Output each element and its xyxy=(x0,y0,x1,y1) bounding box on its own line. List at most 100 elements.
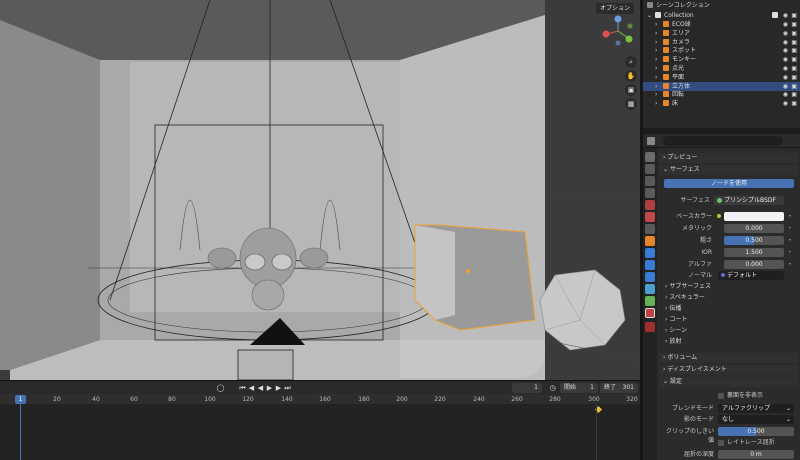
texture-tab-icon[interactable] xyxy=(645,322,655,332)
editor-type-icon[interactable] xyxy=(647,137,655,145)
normal-field[interactable]: デフォルト xyxy=(718,271,784,280)
exclude-checkbox[interactable] xyxy=(772,12,778,18)
visibility-eye-icon[interactable]: ◉ xyxy=(783,90,788,99)
sheen-panel[interactable]: › シーン xyxy=(659,326,798,336)
expand-arrow-icon[interactable]: › xyxy=(655,90,657,99)
animate-dot-icon[interactable]: • xyxy=(788,225,792,232)
outliner-item[interactable]: › ECO球 ◉ ▣ xyxy=(643,20,800,29)
outliner-item[interactable]: › 点光 ◉ ▣ xyxy=(643,64,800,73)
backface-checkbox[interactable] xyxy=(718,393,724,399)
outliner-item[interactable]: › 平面 ◉ ▣ xyxy=(643,73,800,82)
visibility-eye-icon[interactable]: ◉ xyxy=(783,73,788,82)
blend-mode-select[interactable]: アルファクリップ ⌄ xyxy=(718,404,794,413)
coat-panel[interactable]: › コート xyxy=(659,315,798,325)
expand-arrow-icon[interactable]: › xyxy=(655,99,657,108)
material-tab-icon[interactable] xyxy=(645,308,655,318)
outliner[interactable]: シーンコレクション ⌄ Collection ◉ ▣ › ECO球 ◉ ▣ › エリア ◉ ▣… xyxy=(643,0,800,128)
expand-arrow-icon[interactable]: › xyxy=(655,46,657,55)
refraction-depth-field[interactable]: 0 m xyxy=(718,450,794,459)
jump-end-icon[interactable]: ⏭ xyxy=(283,383,292,393)
start-frame-field[interactable]: 開始 1 xyxy=(560,383,598,393)
output-tab-icon[interactable] xyxy=(645,176,655,186)
roughness-field[interactable]: 0.500 xyxy=(724,236,784,245)
animate-dot-icon[interactable]: • xyxy=(788,213,792,220)
visibility-eye-icon[interactable]: ◉ xyxy=(783,46,788,55)
render-camera-icon[interactable]: ▣ xyxy=(791,29,797,38)
navigation-gizmo[interactable] xyxy=(600,14,636,48)
frame-ruler[interactable]: 20 40 60 80 100 120 140 160 180 200 220 240 260 280 30… xyxy=(0,394,640,404)
shadow-mode-select[interactable]: なし ⌄ xyxy=(718,415,794,424)
visibility-eye-icon[interactable]: ◉ xyxy=(783,55,788,64)
alpha-field[interactable]: 0.000 xyxy=(724,260,784,269)
render-camera-icon[interactable]: ▣ xyxy=(791,99,797,108)
expand-arrow-icon[interactable]: › xyxy=(655,82,657,91)
outliner-item[interactable]: › 床 ◉ ▣ xyxy=(643,99,800,108)
playhead-frame[interactable]: 1 xyxy=(15,395,26,404)
ior-field[interactable]: 1.500 xyxy=(724,248,784,257)
collection-tab-icon[interactable] xyxy=(645,224,655,234)
end-frame-field[interactable]: 終了 301 xyxy=(600,383,638,393)
zoom-icon[interactable]: ⌕ xyxy=(625,56,637,68)
animate-dot-icon[interactable]: • xyxy=(788,249,792,256)
render-camera-icon[interactable]: ▣ xyxy=(791,20,797,29)
visibility-eye-icon[interactable]: ◉ xyxy=(783,38,788,47)
pan-hand-icon[interactable]: ✋ xyxy=(625,70,637,82)
next-key-icon[interactable]: ▶ xyxy=(274,383,283,393)
emission-panel[interactable]: › 放射 xyxy=(659,337,798,347)
render-camera-icon[interactable]: ▣ xyxy=(791,73,797,82)
play-reverse-icon[interactable]: ◀ xyxy=(256,383,265,393)
keyframe-toggle-icon[interactable]: ◯ xyxy=(216,383,225,393)
outliner-scene-collection[interactable]: シーンコレクション xyxy=(643,1,800,10)
outliner-item[interactable]: › モンキー ◉ ▣ xyxy=(643,55,800,64)
timeline[interactable]: 20 40 60 80 100 120 140 160 180 200 220 240 260 280 30… xyxy=(0,394,640,460)
tool-tab-icon[interactable] xyxy=(645,152,655,162)
render-camera-icon[interactable]: ▣ xyxy=(791,90,797,99)
current-frame-field[interactable]: 1 xyxy=(512,383,542,393)
prev-key-icon[interactable]: ◀ xyxy=(247,383,256,393)
view-layer-tab-icon[interactable] xyxy=(645,188,655,198)
perspective-grid-icon[interactable]: ▦ xyxy=(625,98,637,110)
data-tab-icon[interactable] xyxy=(645,296,655,306)
expand-arrow-icon[interactable]: › xyxy=(655,29,657,38)
use-nodes-button[interactable]: ノードを使用 xyxy=(664,179,794,188)
render-camera-icon[interactable]: ▣ xyxy=(791,82,797,91)
transmission-panel[interactable]: › 伝播 xyxy=(659,304,798,314)
surface-shader-field[interactable]: プリンシプルBSDF xyxy=(714,196,784,205)
world-tab-icon[interactable] xyxy=(645,212,655,222)
specular-panel[interactable]: › スペキュラー xyxy=(659,293,798,303)
outliner-item[interactable]: › 回転 ◉ ▣ xyxy=(643,90,800,99)
play-icon[interactable]: ▶ xyxy=(265,383,274,393)
jump-start-icon[interactable]: ⏮ xyxy=(238,383,247,393)
particles-tab-icon[interactable] xyxy=(645,260,655,270)
visibility-eye-icon[interactable]: ◉ xyxy=(783,82,788,91)
render-tab-icon[interactable] xyxy=(645,164,655,174)
visibility-eye-icon[interactable]: ◉ xyxy=(783,20,788,29)
constraints-tab-icon[interactable] xyxy=(645,284,655,294)
raytrace-checkbox[interactable] xyxy=(718,440,724,446)
properties-search-input[interactable] xyxy=(663,136,783,146)
expand-arrow-icon[interactable]: › xyxy=(655,73,657,82)
3d-viewport[interactable]: オプション ⌕ ✋ ▣ ▦ xyxy=(0,0,640,380)
settings-panel-header[interactable]: ⌄ 設定 xyxy=(659,377,798,387)
outliner-item[interactable]: › 立方体 ◉ ▣ xyxy=(643,81,800,91)
outliner-item[interactable]: › スポット ◉ ▣ xyxy=(643,46,800,55)
render-camera-icon[interactable]: ▣ xyxy=(791,46,797,55)
visibility-eye-icon[interactable]: ◉ xyxy=(783,11,788,20)
animate-dot-icon[interactable]: • xyxy=(788,237,792,244)
object-tab-icon[interactable] xyxy=(645,236,655,246)
options-dropdown[interactable]: オプション xyxy=(595,3,634,14)
subsurface-panel[interactable]: › サブサーフェス xyxy=(659,282,798,292)
render-camera-icon[interactable]: ▣ xyxy=(791,11,797,20)
animate-dot-icon[interactable]: • xyxy=(788,261,792,268)
volume-panel-header[interactable]: › ボリューム xyxy=(659,353,798,363)
scene-tab-icon[interactable] xyxy=(645,200,655,210)
visibility-eye-icon[interactable]: ◉ xyxy=(783,29,788,38)
expand-arrow-icon[interactable]: › xyxy=(655,20,657,29)
displacement-panel-header[interactable]: › ディスプレイスメント xyxy=(659,365,798,375)
modifier-tab-icon[interactable] xyxy=(645,248,655,258)
physics-tab-icon[interactable] xyxy=(645,272,655,282)
outliner-item[interactable]: › カメラ ◉ ▣ xyxy=(643,38,800,47)
expand-arrow-icon[interactable]: › xyxy=(655,55,657,64)
visibility-eye-icon[interactable]: ◉ xyxy=(783,64,788,73)
render-camera-icon[interactable]: ▣ xyxy=(791,55,797,64)
